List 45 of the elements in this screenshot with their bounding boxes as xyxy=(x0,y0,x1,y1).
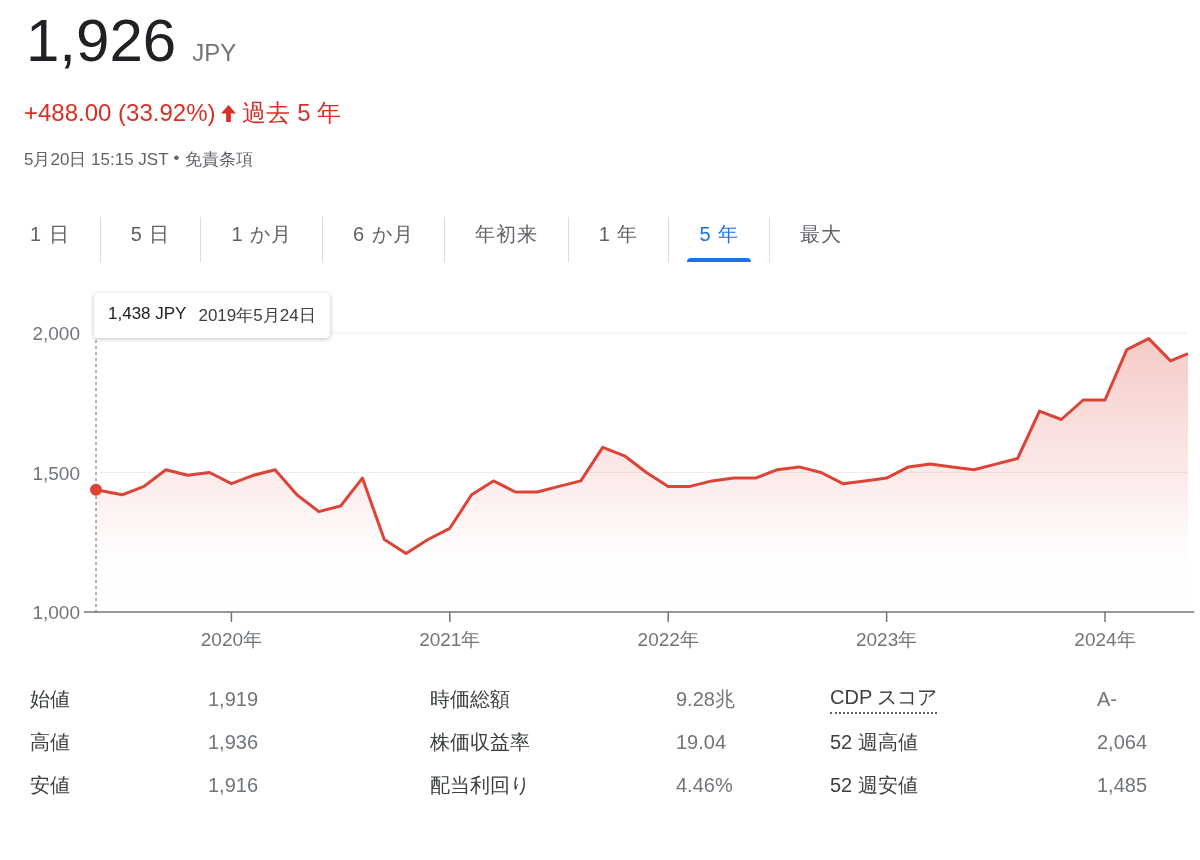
stat-label: 配当利回り xyxy=(430,773,530,798)
tooltip-date: 2019年5月24日 xyxy=(198,305,316,327)
stat-label: 52 週安値 xyxy=(830,773,918,798)
x-axis-label: 2024年 xyxy=(1074,629,1136,650)
disclaimer-link[interactable]: 免責条項 xyxy=(184,148,253,171)
change-period: 過去 5 年 xyxy=(242,98,342,128)
stat-value: 19.04 xyxy=(676,730,728,755)
stat-value: 1,916 xyxy=(208,773,260,798)
currency-label: JPY xyxy=(192,39,237,67)
stat-label: 株価収益率 xyxy=(430,730,530,755)
x-axis-label: 2023年 xyxy=(855,629,918,650)
range-tab[interactable]: 最大 xyxy=(769,217,873,262)
range-tab[interactable]: 1 年 xyxy=(567,217,669,262)
arrow-up-icon xyxy=(221,104,237,122)
range-tab[interactable]: 年初来 xyxy=(443,217,568,262)
stat-label[interactable]: CDP スコア xyxy=(830,685,938,714)
range-tab[interactable]: 1 か月 xyxy=(200,217,323,262)
stat-label: 時価総額 xyxy=(430,687,510,712)
y-axis-label: 2,000 xyxy=(32,323,80,344)
stat-label: 高値 xyxy=(30,730,70,755)
stat-value: A- xyxy=(1097,687,1118,712)
stat-value: 1,485 xyxy=(1097,773,1149,798)
stat-value: 1,936 xyxy=(208,730,260,755)
stat-label: 安値 xyxy=(30,773,70,798)
x-axis-label: 2022年 xyxy=(637,629,699,650)
timestamp: 5月20日 15:15 JST xyxy=(24,149,169,171)
stat-label: 52 週高値 xyxy=(830,730,918,755)
y-axis-label: 1,000 xyxy=(32,602,80,623)
range-tab[interactable]: 1 日 xyxy=(0,217,100,262)
stat-label: 始値 xyxy=(30,687,70,712)
stat-value: 1,919 xyxy=(208,687,260,712)
hover-point xyxy=(90,483,102,496)
x-axis-label: 2020年 xyxy=(200,629,263,650)
range-tab[interactable]: 6 か月 xyxy=(322,217,444,262)
tooltip-price: 1,438 JPY xyxy=(108,304,187,325)
range-tab[interactable]: 5 日 xyxy=(99,217,201,262)
stat-value: 4.46% xyxy=(676,773,734,798)
stock-price: 1,926 xyxy=(26,8,177,74)
range-tab[interactable]: 5 年 xyxy=(668,217,770,262)
stat-value: 9.28兆 xyxy=(676,687,736,712)
stat-value: 2,064 xyxy=(1097,730,1149,755)
price-change: +488.00 (33.92%) xyxy=(24,99,216,127)
separator-dot: • xyxy=(173,148,180,169)
y-axis-label: 1,500 xyxy=(32,462,80,484)
x-axis-label: 2021年 xyxy=(419,629,481,650)
